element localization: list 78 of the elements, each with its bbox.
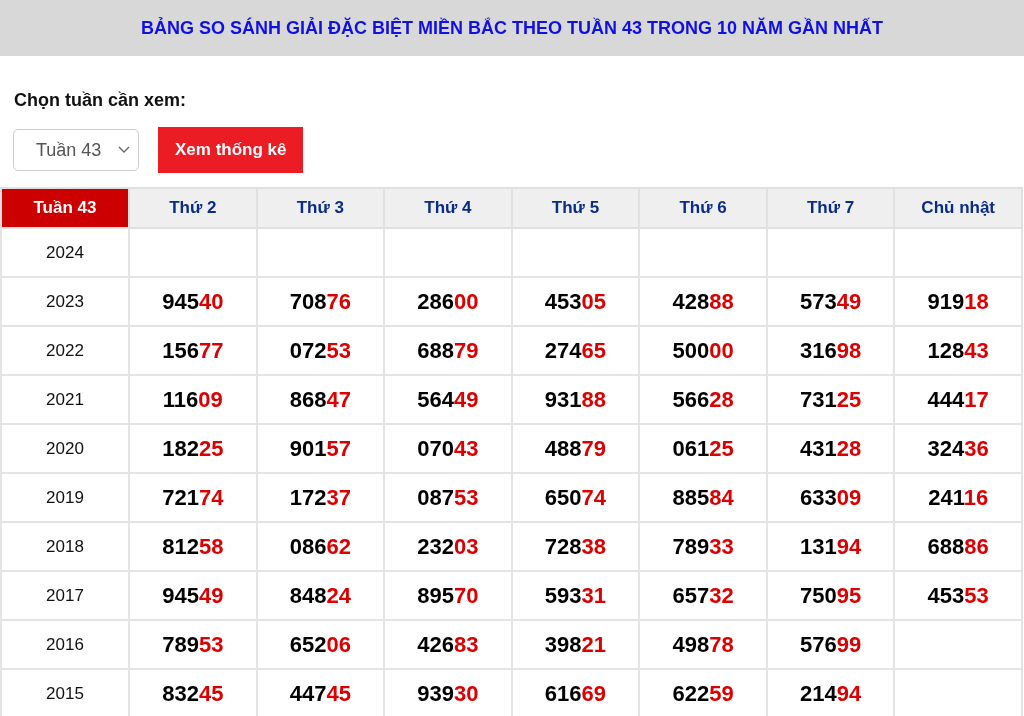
chevron-down-icon bbox=[118, 146, 130, 154]
prize-number: 56449 bbox=[384, 375, 512, 424]
prize-number: 07253 bbox=[256, 326, 385, 375]
prize-number: 39821 bbox=[511, 620, 640, 669]
prize-number: 72174 bbox=[129, 473, 257, 522]
year-cell: 2020 bbox=[1, 424, 129, 473]
column-header: Thứ 5 bbox=[511, 188, 640, 228]
year-cell: 2018 bbox=[1, 522, 129, 571]
prize-number: 57699 bbox=[766, 620, 895, 669]
prize-number: 75095 bbox=[766, 571, 895, 620]
column-header: Tuần 43 bbox=[1, 188, 129, 228]
prize-number: 12843 bbox=[894, 326, 1022, 375]
column-header: Thứ 2 bbox=[129, 188, 257, 228]
prize-number: 72838 bbox=[511, 522, 640, 571]
prize-number: 18225 bbox=[129, 424, 257, 473]
year-cell: 2015 bbox=[1, 669, 129, 716]
prize-number: 57349 bbox=[766, 277, 895, 326]
year-cell: 2017 bbox=[1, 571, 129, 620]
prize-number: 65206 bbox=[256, 620, 385, 669]
prize-number: 56628 bbox=[639, 375, 767, 424]
prize-number: 27465 bbox=[511, 326, 640, 375]
year-cell: 2021 bbox=[1, 375, 129, 424]
prize-number: 17237 bbox=[256, 473, 385, 522]
prize-number: 81258 bbox=[129, 522, 257, 571]
year-cell: 2022 bbox=[1, 326, 129, 375]
prize-number: 31698 bbox=[766, 326, 895, 375]
column-header: Thứ 6 bbox=[639, 188, 767, 228]
prize-number: 45353 bbox=[894, 571, 1022, 620]
prize-number: 84824 bbox=[256, 571, 385, 620]
prize-number: 68879 bbox=[384, 326, 512, 375]
prize-number: 94549 bbox=[129, 571, 257, 620]
prize-number: 94540 bbox=[129, 277, 257, 326]
column-header: Thứ 3 bbox=[256, 188, 385, 228]
prize-number: 59331 bbox=[511, 571, 640, 620]
prize-number: 90157 bbox=[256, 424, 385, 473]
prize-number: 15677 bbox=[129, 326, 257, 375]
year-cell: 2024 bbox=[1, 228, 129, 277]
prize-number: 06125 bbox=[639, 424, 767, 473]
prize-number: 08753 bbox=[384, 473, 512, 522]
prize-number: 43128 bbox=[766, 424, 895, 473]
prize-number: 86847 bbox=[256, 375, 385, 424]
prize-number: 70876 bbox=[256, 277, 385, 326]
prize-number: 32436 bbox=[894, 424, 1022, 473]
prize-number: 28600 bbox=[384, 277, 512, 326]
prize-number: 50000 bbox=[639, 326, 767, 375]
prize-number: 42888 bbox=[639, 277, 767, 326]
year-cell: 2019 bbox=[1, 473, 129, 522]
column-header: Chủ nhật bbox=[894, 188, 1022, 228]
week-select[interactable]: Tuần 43 bbox=[13, 129, 139, 171]
prize-number: 11609 bbox=[129, 375, 257, 424]
prize-number: 89570 bbox=[384, 571, 512, 620]
prize-number: 44417 bbox=[894, 375, 1022, 424]
view-stats-button[interactable]: Xem thống kê bbox=[158, 127, 304, 173]
prize-number: 78933 bbox=[639, 522, 767, 571]
prize-number: 42683 bbox=[384, 620, 512, 669]
prize-number: 65732 bbox=[639, 571, 767, 620]
prize-number: 49878 bbox=[639, 620, 767, 669]
prize-number: 65074 bbox=[511, 473, 640, 522]
prize-number: 63309 bbox=[766, 473, 895, 522]
prize-number: 23203 bbox=[384, 522, 512, 571]
column-header: Thứ 4 bbox=[384, 188, 512, 228]
year-cell: 2016 bbox=[1, 620, 129, 669]
prize-number: 78953 bbox=[129, 620, 257, 669]
prize-number: 68886 bbox=[894, 522, 1022, 571]
prize-number: 93188 bbox=[511, 375, 640, 424]
prize-number: 45305 bbox=[511, 277, 640, 326]
prize-number: 07043 bbox=[384, 424, 512, 473]
page-title: BẢNG SO SÁNH GIẢI ĐẶC BIỆT MIỀN BẮC THEO TUẦN 43 TRONG 10 NĂM GẦN NHẤT bbox=[140, 17, 883, 39]
prize-number: 13194 bbox=[766, 522, 895, 571]
picker-label: Chọn tuần cần xem: bbox=[14, 90, 188, 111]
prize-number: 48879 bbox=[511, 424, 640, 473]
year-cell: 2023 bbox=[1, 277, 129, 326]
prize-number: 24116 bbox=[894, 473, 1022, 522]
prize-number: 88584 bbox=[639, 473, 767, 522]
column-header: Thứ 7 bbox=[766, 188, 895, 228]
prize-number: 08662 bbox=[256, 522, 385, 571]
prize-number: 73125 bbox=[766, 375, 895, 424]
prize-number: 91918 bbox=[894, 277, 1022, 326]
